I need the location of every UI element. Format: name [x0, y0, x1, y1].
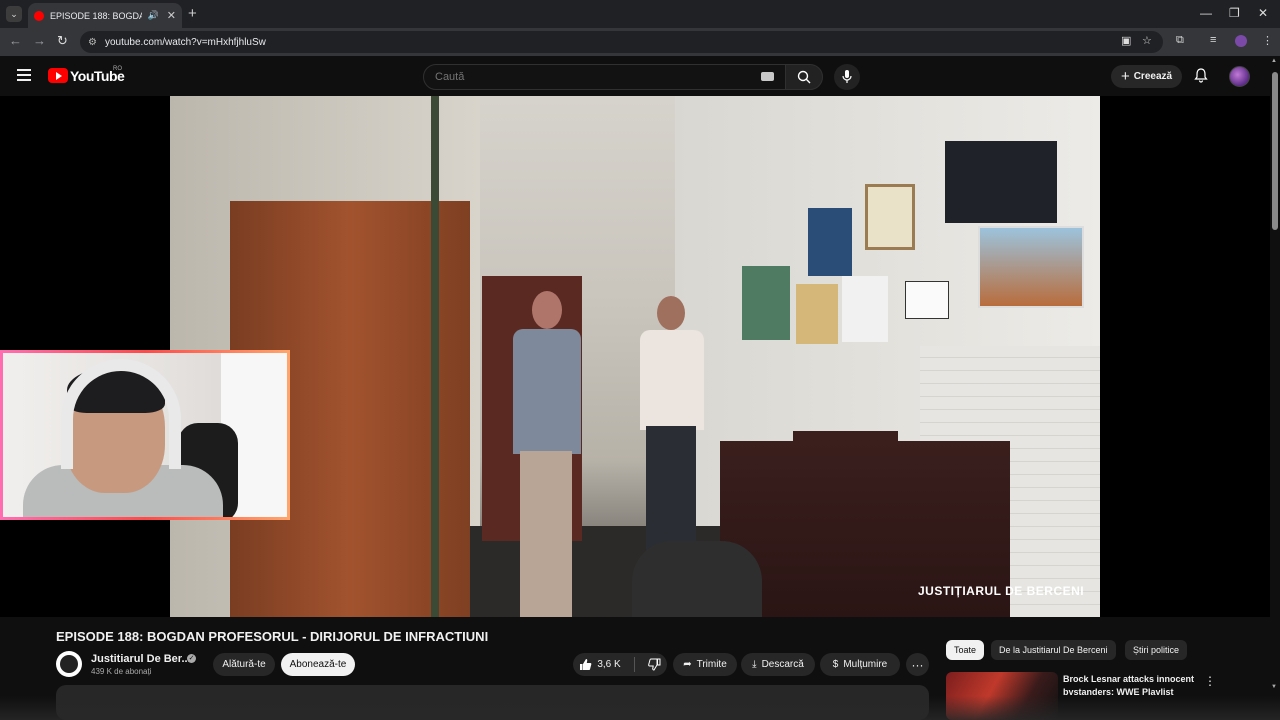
video-title: EPISODE 188: BOGDAN PROFESORUL - DIRIJOR… — [56, 629, 489, 644]
like-dislike-group: 3,6 K — [573, 653, 667, 676]
scene-poster — [945, 141, 1057, 223]
restore-icon[interactable]: ❐ — [1229, 6, 1240, 20]
dollar-heart-icon: $ — [832, 659, 839, 670]
scene-poster — [905, 281, 949, 319]
share-label: Trimite — [696, 659, 727, 670]
chip-from-channel[interactable]: De la Justitiarul De Berceni — [991, 640, 1116, 660]
plus-icon: + — [1120, 68, 1130, 85]
cast-icon[interactable]: ▣ — [1121, 34, 1131, 47]
back-icon[interactable]: ← — [9, 33, 22, 48]
share-button[interactable]: ➦ Trimite — [673, 653, 737, 676]
account-avatar[interactable] — [1229, 66, 1250, 87]
more-actions-button[interactable]: ··· — [906, 653, 929, 676]
search-button[interactable] — [785, 64, 823, 90]
video-watermark: JUSTIȚIARUL DE BERCENI — [918, 584, 1085, 598]
scroll-up-icon[interactable]: ▲ — [1271, 58, 1277, 64]
thumbs-down-icon[interactable] — [647, 658, 661, 671]
subscriber-count: 439 K de abonați — [91, 667, 152, 676]
channel-avatar[interactable] — [56, 651, 82, 677]
search-icon — [797, 70, 811, 84]
thumbs-up-icon[interactable] — [579, 658, 592, 671]
search-input[interactable] — [435, 71, 755, 83]
browser-menu-icon[interactable]: ⋮ — [1262, 34, 1273, 47]
scene-poster — [796, 284, 838, 344]
thanks-label: Mulțumire — [843, 659, 888, 670]
video-frame[interactable] — [170, 96, 1100, 617]
download-icon: ⤓ — [752, 659, 757, 670]
forward-icon[interactable]: → — [33, 33, 46, 48]
bookmark-star-icon[interactable]: ☆ — [1142, 34, 1152, 47]
download-label: Descarcă — [761, 659, 804, 670]
join-button[interactable]: Alătură-te — [213, 653, 275, 676]
new-tab-button[interactable]: + — [188, 5, 197, 22]
scene-poster — [808, 208, 852, 276]
chip-all[interactable]: Toate — [946, 640, 985, 660]
download-button[interactable]: ⤓ Descarcă — [741, 653, 815, 676]
media-controls-icon[interactable]: ≡ — [1210, 34, 1216, 46]
scrollbar-thumb[interactable] — [1272, 72, 1278, 230]
address-bar[interactable]: ⚙ youtube.com/watch?v=mHxhfjhluSw — [80, 31, 1163, 53]
reload-icon[interactable]: ↻ — [57, 33, 68, 49]
notifications-bell-icon[interactable] — [1194, 68, 1208, 86]
thanks-button[interactable]: $ Mulțumire — [820, 653, 900, 676]
channel-name[interactable]: Justitiarul De Ber... — [91, 653, 191, 665]
recommended-title[interactable]: Brock Lesnar attacks innocent bystanders… — [1063, 673, 1198, 695]
headphones-icon — [61, 359, 181, 469]
keyboard-icon[interactable] — [761, 72, 774, 81]
tab-close-icon[interactable]: ✕ — [167, 9, 176, 22]
search-box[interactable] — [423, 64, 786, 90]
guide-menu-icon[interactable] — [17, 69, 31, 81]
browser-tab[interactable]: EPISODE 188: BOGDAN PRO 🔊 ✕ — [28, 3, 182, 28]
youtube-favicon-icon — [34, 10, 44, 21]
speaker-icon[interactable]: 🔊 — [148, 10, 159, 21]
scene-poster — [742, 266, 790, 340]
extensions-icon[interactable]: ⧉ — [1176, 34, 1184, 47]
region-code: RO — [113, 66, 122, 72]
site-info-icon[interactable]: ⚙ — [88, 37, 97, 48]
scene-painting — [978, 226, 1084, 308]
scroll-down-icon[interactable]: ▼ — [1271, 684, 1277, 690]
minimize-icon[interactable]: — — [1200, 6, 1212, 20]
scene-poster — [842, 276, 888, 342]
tab-title: EPISODE 188: BOGDAN PRO — [50, 10, 142, 21]
tab-search-button[interactable]: ⌄ — [6, 6, 22, 22]
chip-political-news[interactable]: Știri politice — [1125, 640, 1188, 660]
microphone-icon — [842, 70, 852, 83]
subscribe-button[interactable]: Abonează-te — [281, 653, 355, 676]
create-button[interactable]: + Creează — [1111, 65, 1182, 88]
like-count[interactable]: 3,6 K — [597, 659, 620, 670]
verified-check-icon: ✓ — [187, 654, 196, 663]
profile-avatar[interactable] — [1235, 35, 1247, 47]
share-icon: ➦ — [683, 659, 692, 670]
scene-person-teacher — [505, 291, 585, 617]
recommended-menu-icon[interactable]: ⋮ — [1204, 674, 1216, 688]
like-separator — [633, 657, 635, 672]
url-text[interactable]: youtube.com/watch?v=mHxhfjhluSw — [105, 37, 266, 48]
webcam-overlay — [0, 350, 290, 520]
scene-poster — [865, 184, 915, 250]
scene-stool — [632, 541, 762, 617]
scene-person-host — [632, 296, 712, 556]
youtube-logo-icon[interactable] — [48, 68, 68, 83]
voice-search-button[interactable] — [834, 64, 860, 90]
create-label: Creează — [1133, 71, 1173, 82]
close-icon[interactable]: ✕ — [1258, 6, 1268, 20]
desktop-edge-overlay — [0, 696, 1280, 720]
scene-coat-rack — [431, 96, 439, 617]
